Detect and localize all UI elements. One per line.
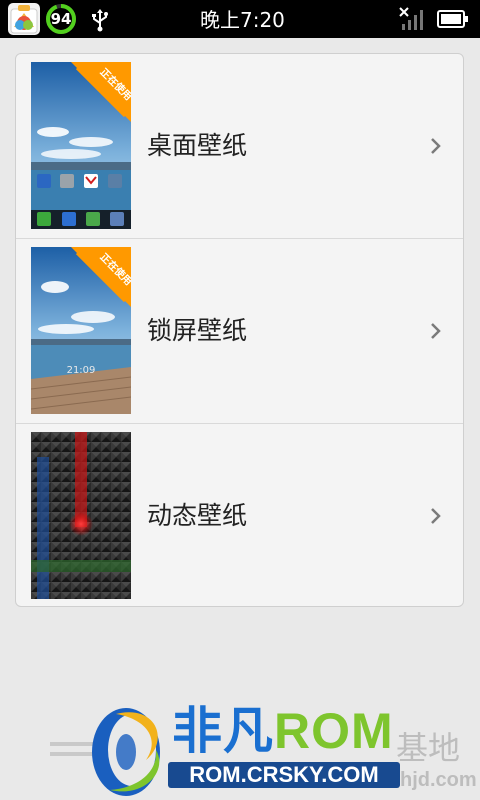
watermark-brand-en: ROM (274, 703, 394, 759)
home-wallpaper-thumbnail: 正在使用 (31, 62, 131, 229)
usb-icon (90, 8, 110, 32)
watermark-domain: hjd.com (400, 769, 477, 791)
list-item-lockscreen-wallpaper[interactable]: 21:09 正在使用 锁屏壁纸 (16, 238, 463, 422)
watermark-brand: 非凡ROM (172, 702, 394, 760)
watermark-url: ROM.CRSKY.COM (168, 762, 400, 788)
watermark-logo-icon (92, 708, 160, 796)
signal-icon (398, 6, 428, 32)
chevron-right-icon (431, 323, 441, 339)
watermark-brand-cn: 非凡 (172, 703, 274, 759)
list-item-home-wallpaper[interactable]: 正在使用 桌面壁纸 (16, 54, 463, 238)
app-notification-icon (8, 3, 40, 35)
lockscreen-wallpaper-label: 锁屏壁纸 (147, 316, 248, 345)
lock-clock: 21:09 (66, 365, 96, 376)
list-item-live-wallpaper[interactable]: 动态壁纸 (16, 423, 463, 606)
chevron-right-icon (431, 138, 441, 154)
battery-ring-icon: 94 (45, 3, 77, 35)
battery-percent: 94 (50, 10, 72, 28)
wallpaper-list: 正在使用 桌面壁纸 21:09 正在使用 锁屏壁纸 动态壁纸 (15, 53, 464, 607)
lockscreen-wallpaper-thumbnail: 21:09 正在使用 (31, 247, 131, 414)
status-bar: 94 晚上7:20 (0, 0, 480, 38)
chevron-right-icon (431, 508, 441, 524)
status-time: 晚上7:20 (200, 8, 285, 32)
live-wallpaper-thumbnail (31, 432, 131, 599)
battery-icon (437, 10, 469, 28)
home-wallpaper-label: 桌面壁纸 (147, 131, 248, 160)
live-wallpaper-label: 动态壁纸 (147, 501, 248, 530)
watermark: 非凡ROM 基地 ROM.CRSKY.COM hjd.com (50, 700, 480, 800)
watermark-right-cn: 基地 (396, 729, 461, 767)
